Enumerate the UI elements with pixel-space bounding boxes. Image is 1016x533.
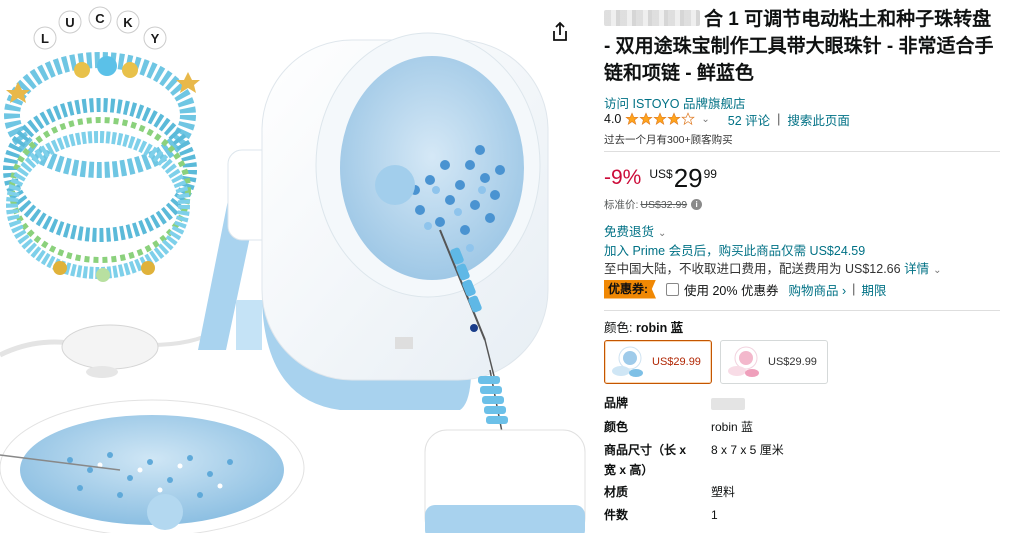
- product-title: 合 1 可调节电动粘土和种子珠转盘 - 双用途珠宝制作工具带大眼珠针 - 非常适…: [604, 9, 994, 84]
- rating-value: 4.0: [604, 112, 622, 126]
- list-price: 标准价: US$32.99 i: [604, 197, 703, 212]
- divider: [604, 310, 1000, 311]
- chevron-down-icon[interactable]: ⌄: [701, 114, 709, 125]
- coupon-terms-link[interactable]: 期限: [861, 280, 886, 299]
- product-details: 合 1 可调节电动粘土和种子珠转盘 - 双用途珠宝制作工具带大眼珠针 - 非常适…: [604, 0, 1004, 533]
- divider: [604, 151, 1000, 152]
- price-currency: US$: [649, 167, 673, 181]
- coupon-apply-text[interactable]: 使用 20% 优惠券: [684, 280, 778, 299]
- coupon-checkbox[interactable]: [666, 282, 679, 296]
- star-icon: [667, 112, 682, 125]
- spec-key: 材质: [604, 485, 629, 499]
- star-icon: [625, 112, 640, 125]
- price-whole: 29: [673, 163, 703, 193]
- spec-value: 1: [711, 508, 718, 522]
- price-fraction: 99: [703, 167, 717, 181]
- bead-letter-k: K: [123, 15, 133, 30]
- chevron-down-icon[interactable]: ⌄: [933, 265, 941, 276]
- free-return-link[interactable]: 免费退货 ⌄: [604, 221, 666, 240]
- spec-value: robin 蓝: [711, 420, 754, 434]
- review-count-link[interactable]: 52 评论: [728, 110, 770, 129]
- color-swatch-pink[interactable]: US$29.99: [720, 340, 828, 384]
- prime-offer-link[interactable]: 加入 Prime 会员后，购买此商品仅需 US$24.59: [604, 240, 865, 259]
- swatch-thumbnail: [728, 346, 759, 377]
- bead-letter-l: L: [41, 31, 49, 46]
- redacted-text: [711, 397, 745, 410]
- shipping-info: 至中国大陆，不收取进口费用，配送费用为 US$12.66 详情 ⌄: [604, 258, 941, 277]
- bead-letter-c: C: [95, 11, 105, 26]
- product-image[interactable]: L U C K Y: [0, 0, 600, 533]
- swatch-price: US$29.99: [768, 356, 817, 368]
- bead-letter-y: Y: [151, 31, 160, 46]
- color-swatch-robin-blue[interactable]: US$29.99: [604, 340, 712, 384]
- power-cord: [0, 324, 221, 378]
- spec-value: 塑料: [711, 485, 736, 499]
- separator: |: [777, 112, 781, 126]
- spec-value: [711, 393, 745, 413]
- shipping-details-link[interactable]: 详情: [904, 262, 929, 276]
- store-link[interactable]: 访问 ISTOYO 品牌旗舰店: [604, 93, 745, 112]
- coupon-badge: 优惠券:: [604, 279, 656, 299]
- search-page-link[interactable]: 搜索此页面: [787, 110, 850, 129]
- spec-key: 颜色: [604, 420, 629, 434]
- star-icon: [653, 112, 668, 125]
- share-icon[interactable]: [548, 20, 572, 44]
- separator: |: [852, 282, 856, 296]
- swatch-thumbnail: [612, 346, 643, 377]
- spec-key: 商品尺寸（长 x 宽 x 高）: [604, 443, 687, 477]
- bead-tray: [0, 399, 305, 533]
- star-rating[interactable]: [625, 112, 696, 126]
- selected-color: robin 蓝: [635, 321, 684, 335]
- rating-row: 4.0 ⌄ 52 评论 | 搜索此页面: [604, 110, 850, 129]
- coupon-row: 优惠券: 使用 20% 优惠券 购物商品 › | 期限: [604, 279, 886, 299]
- redacted-text: [604, 10, 700, 26]
- price-block: -9% US$ 29 99: [604, 163, 717, 193]
- star-empty-icon: [681, 112, 696, 126]
- bracelet-stack: L U C K Y: [3, 6, 200, 282]
- shop-items-link[interactable]: 购物商品 ›: [788, 280, 846, 299]
- bought-recently: 过去一个月有300+顾客购买: [604, 134, 733, 146]
- spec-key: 品牌: [604, 396, 629, 410]
- shipping-text: 至中国大陆，不收取进口费用，配送费用为 US$12.66: [604, 262, 901, 276]
- color-selector-label: 颜色: robin 蓝: [604, 317, 683, 336]
- chevron-down-icon: ⌄: [658, 228, 667, 239]
- bead-letter-u: U: [65, 15, 74, 30]
- list-price-value: US$32.99: [640, 198, 688, 211]
- list-price-label: 标准价:: [604, 199, 639, 211]
- star-icon: [639, 112, 654, 125]
- spec-value: 8 x 7 x 5 厘米: [711, 443, 784, 457]
- discount-percent: -9%: [604, 166, 642, 189]
- free-return-label: 免费退货: [604, 225, 655, 239]
- color-label: 颜色:: [604, 321, 633, 335]
- spec-key: 件数: [604, 508, 629, 522]
- info-icon[interactable]: i: [691, 199, 703, 210]
- swatch-price: US$29.99: [652, 356, 701, 368]
